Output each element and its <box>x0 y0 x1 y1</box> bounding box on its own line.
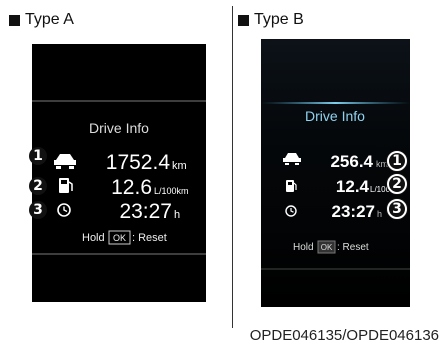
callout-1-badge: 1 <box>29 147 47 165</box>
type-a-time-value: 23:27 <box>119 200 172 223</box>
type-b-display: Drive Info 256.4 km 12.4 L/100k 23:27 h … <box>261 39 410 307</box>
callout-3-badge: 3 <box>387 199 407 219</box>
type-b-ok-key: OK <box>321 243 333 252</box>
type-a-fuel-value: 12.6 <box>111 176 152 199</box>
panel-divider <box>232 6 233 328</box>
type-b-title: Drive Info <box>305 108 365 124</box>
callout-3-badge: 3 <box>29 201 47 219</box>
type-a-distance-unit: km <box>172 160 187 172</box>
callout-2-badge: 2 <box>29 177 47 195</box>
type-b-reset-text: : Reset <box>337 242 369 253</box>
type-b-display-graphic: Drive Info 256.4 km 12.4 L/100k 23:27 h … <box>261 39 410 307</box>
type-a-label: Type A <box>9 10 74 30</box>
type-a-fuel-unit: L/100km <box>154 186 189 196</box>
type-a-distance-value: 1752.4 <box>106 151 171 174</box>
square-bullet-icon <box>9 14 20 26</box>
type-a-hold-text: Hold <box>82 232 105 244</box>
type-a-display: Drive Info 1752.4 km 12.6 L/100km 23:27 … <box>29 44 206 302</box>
figure-reference-code: OPDE046135/OPDE046136 <box>249 327 439 344</box>
type-b-fuel-value: 12.4 <box>336 177 370 196</box>
type-a-time-unit: h <box>174 209 180 221</box>
callout-2-badge: 2 <box>387 174 407 194</box>
type-b-time-unit: h <box>377 209 382 219</box>
callout-1-badge: 1 <box>387 151 407 171</box>
type-b-distance-value: 256.4 <box>330 152 373 171</box>
type-a-reset-text: : Reset <box>132 232 167 244</box>
type-b-label: Type B <box>238 10 304 30</box>
type-a-title: Drive Info <box>89 120 149 136</box>
type-a-ok-key: OK <box>113 233 126 243</box>
type-b-label-text: Type B <box>254 11 304 28</box>
square-bullet-icon <box>238 14 249 26</box>
type-b-time-value: 23:27 <box>332 202 375 221</box>
type-a-label-text: Type A <box>25 11 74 28</box>
type-b-hold-text: Hold <box>293 242 314 253</box>
type-a-display-graphic: Drive Info 1752.4 km 12.6 L/100km 23:27 … <box>32 44 206 302</box>
